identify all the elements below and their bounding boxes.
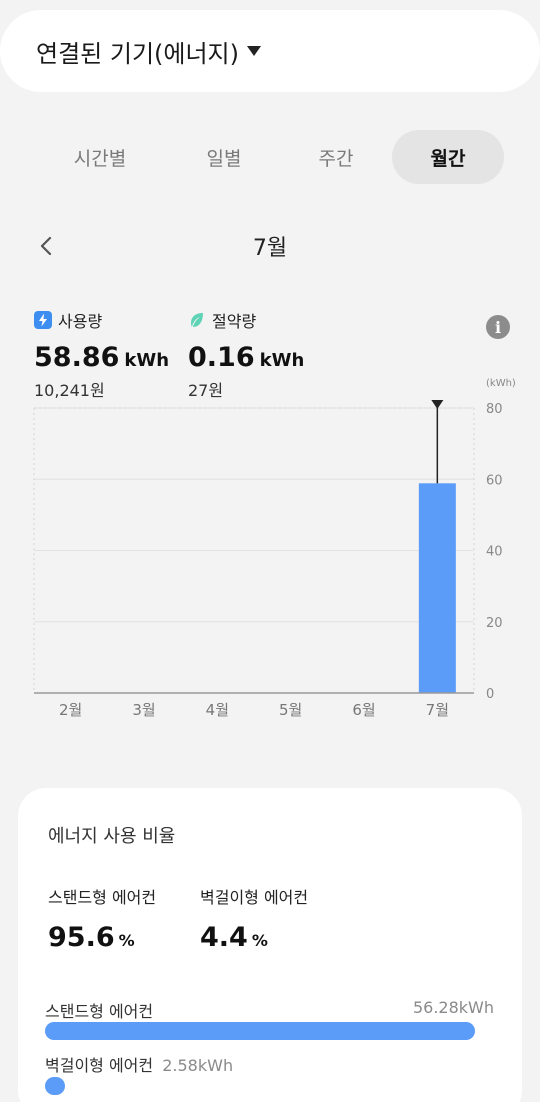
ratio-percent: 95.6 (48, 922, 115, 953)
tab-daily[interactable]: 일별 (168, 130, 280, 184)
usage-unit: kWh (124, 350, 170, 371)
x-tick-label: 6월 (352, 701, 375, 719)
x-tick-label: 3월 (132, 701, 155, 719)
usage-label: 사용량 (58, 312, 103, 331)
card-title: 에너지 사용 비율 (48, 826, 176, 847)
y-tick-label: 20 (486, 616, 503, 631)
bar (418, 483, 456, 693)
lightning-icon (34, 311, 52, 329)
ratio-unit: % (118, 931, 135, 950)
bar-value-wall-ac: 2.58kWh (162, 1056, 234, 1075)
ratio-label: 스탠드형 에어컨 (48, 888, 157, 907)
tab-monthly[interactable]: 월간 (392, 130, 504, 184)
saving-value: 0.16 (188, 342, 255, 373)
usage-value: 58.86 (34, 342, 120, 373)
bar-label-standing-ac: 스탠드형 에어컨 (45, 1002, 154, 1021)
ratio-unit: % (251, 931, 268, 950)
bar-value-standing-ac: 56.28kWh (412, 998, 494, 1017)
x-tick-label: 4월 (206, 701, 229, 719)
ratio-standing-ac: 스탠드형 에어컨 95.6% (48, 884, 156, 953)
leaf-icon (191, 313, 203, 327)
dropdown-arrow-icon (247, 46, 261, 56)
ratio-wall-ac: 벽걸이형 에어컨 4.4% (200, 884, 308, 953)
x-tick-label: 2월 (59, 701, 82, 719)
ratio-percent: 4.4 (200, 922, 248, 953)
device-selector[interactable]: 연결된 기기(에너지) (0, 10, 540, 92)
ratio-label: 벽걸이형 에어컨 (200, 888, 309, 907)
x-tick-label: 5월 (279, 701, 302, 719)
tab-hourly[interactable]: 시간별 (44, 130, 156, 184)
usage-bar-wall-ac (45, 1077, 65, 1095)
bar-label-wall-ac: 벽걸이형 에어컨 2.58kWh (45, 1052, 233, 1076)
y-tick-label: 60 (486, 473, 503, 488)
tab-weekly[interactable]: 주간 (280, 130, 392, 184)
y-tick-label: 40 (486, 545, 503, 560)
info-icon[interactable]: i (486, 315, 510, 339)
y-unit-label: (kWh) (486, 378, 516, 389)
x-tick-label: 7월 (426, 701, 449, 719)
y-tick-label: 80 (486, 402, 503, 417)
monthly-usage-chart: (kWh) 0 20 40 60 80 2월 3월 4월 5월 6월 7월 (33, 378, 516, 719)
saving-label: 절약량 (212, 312, 257, 331)
page-title: 연결된 기기(에너지) (36, 39, 239, 68)
bar-label-text: 벽걸이형 에어컨 (45, 1056, 154, 1075)
period-tabs: 시간별 일별 주간 월간 (28, 130, 512, 184)
energy-ratio-card: 에너지 사용 비율 스탠드형 에어컨 95.6% 벽걸이형 에어컨 4.4% 스… (18, 788, 522, 1102)
usage-bar-standing-ac (45, 1022, 475, 1040)
y-tick-label: 0 (486, 687, 494, 702)
saving-unit: kWh (259, 350, 305, 371)
period-label: 7월 (252, 236, 288, 261)
